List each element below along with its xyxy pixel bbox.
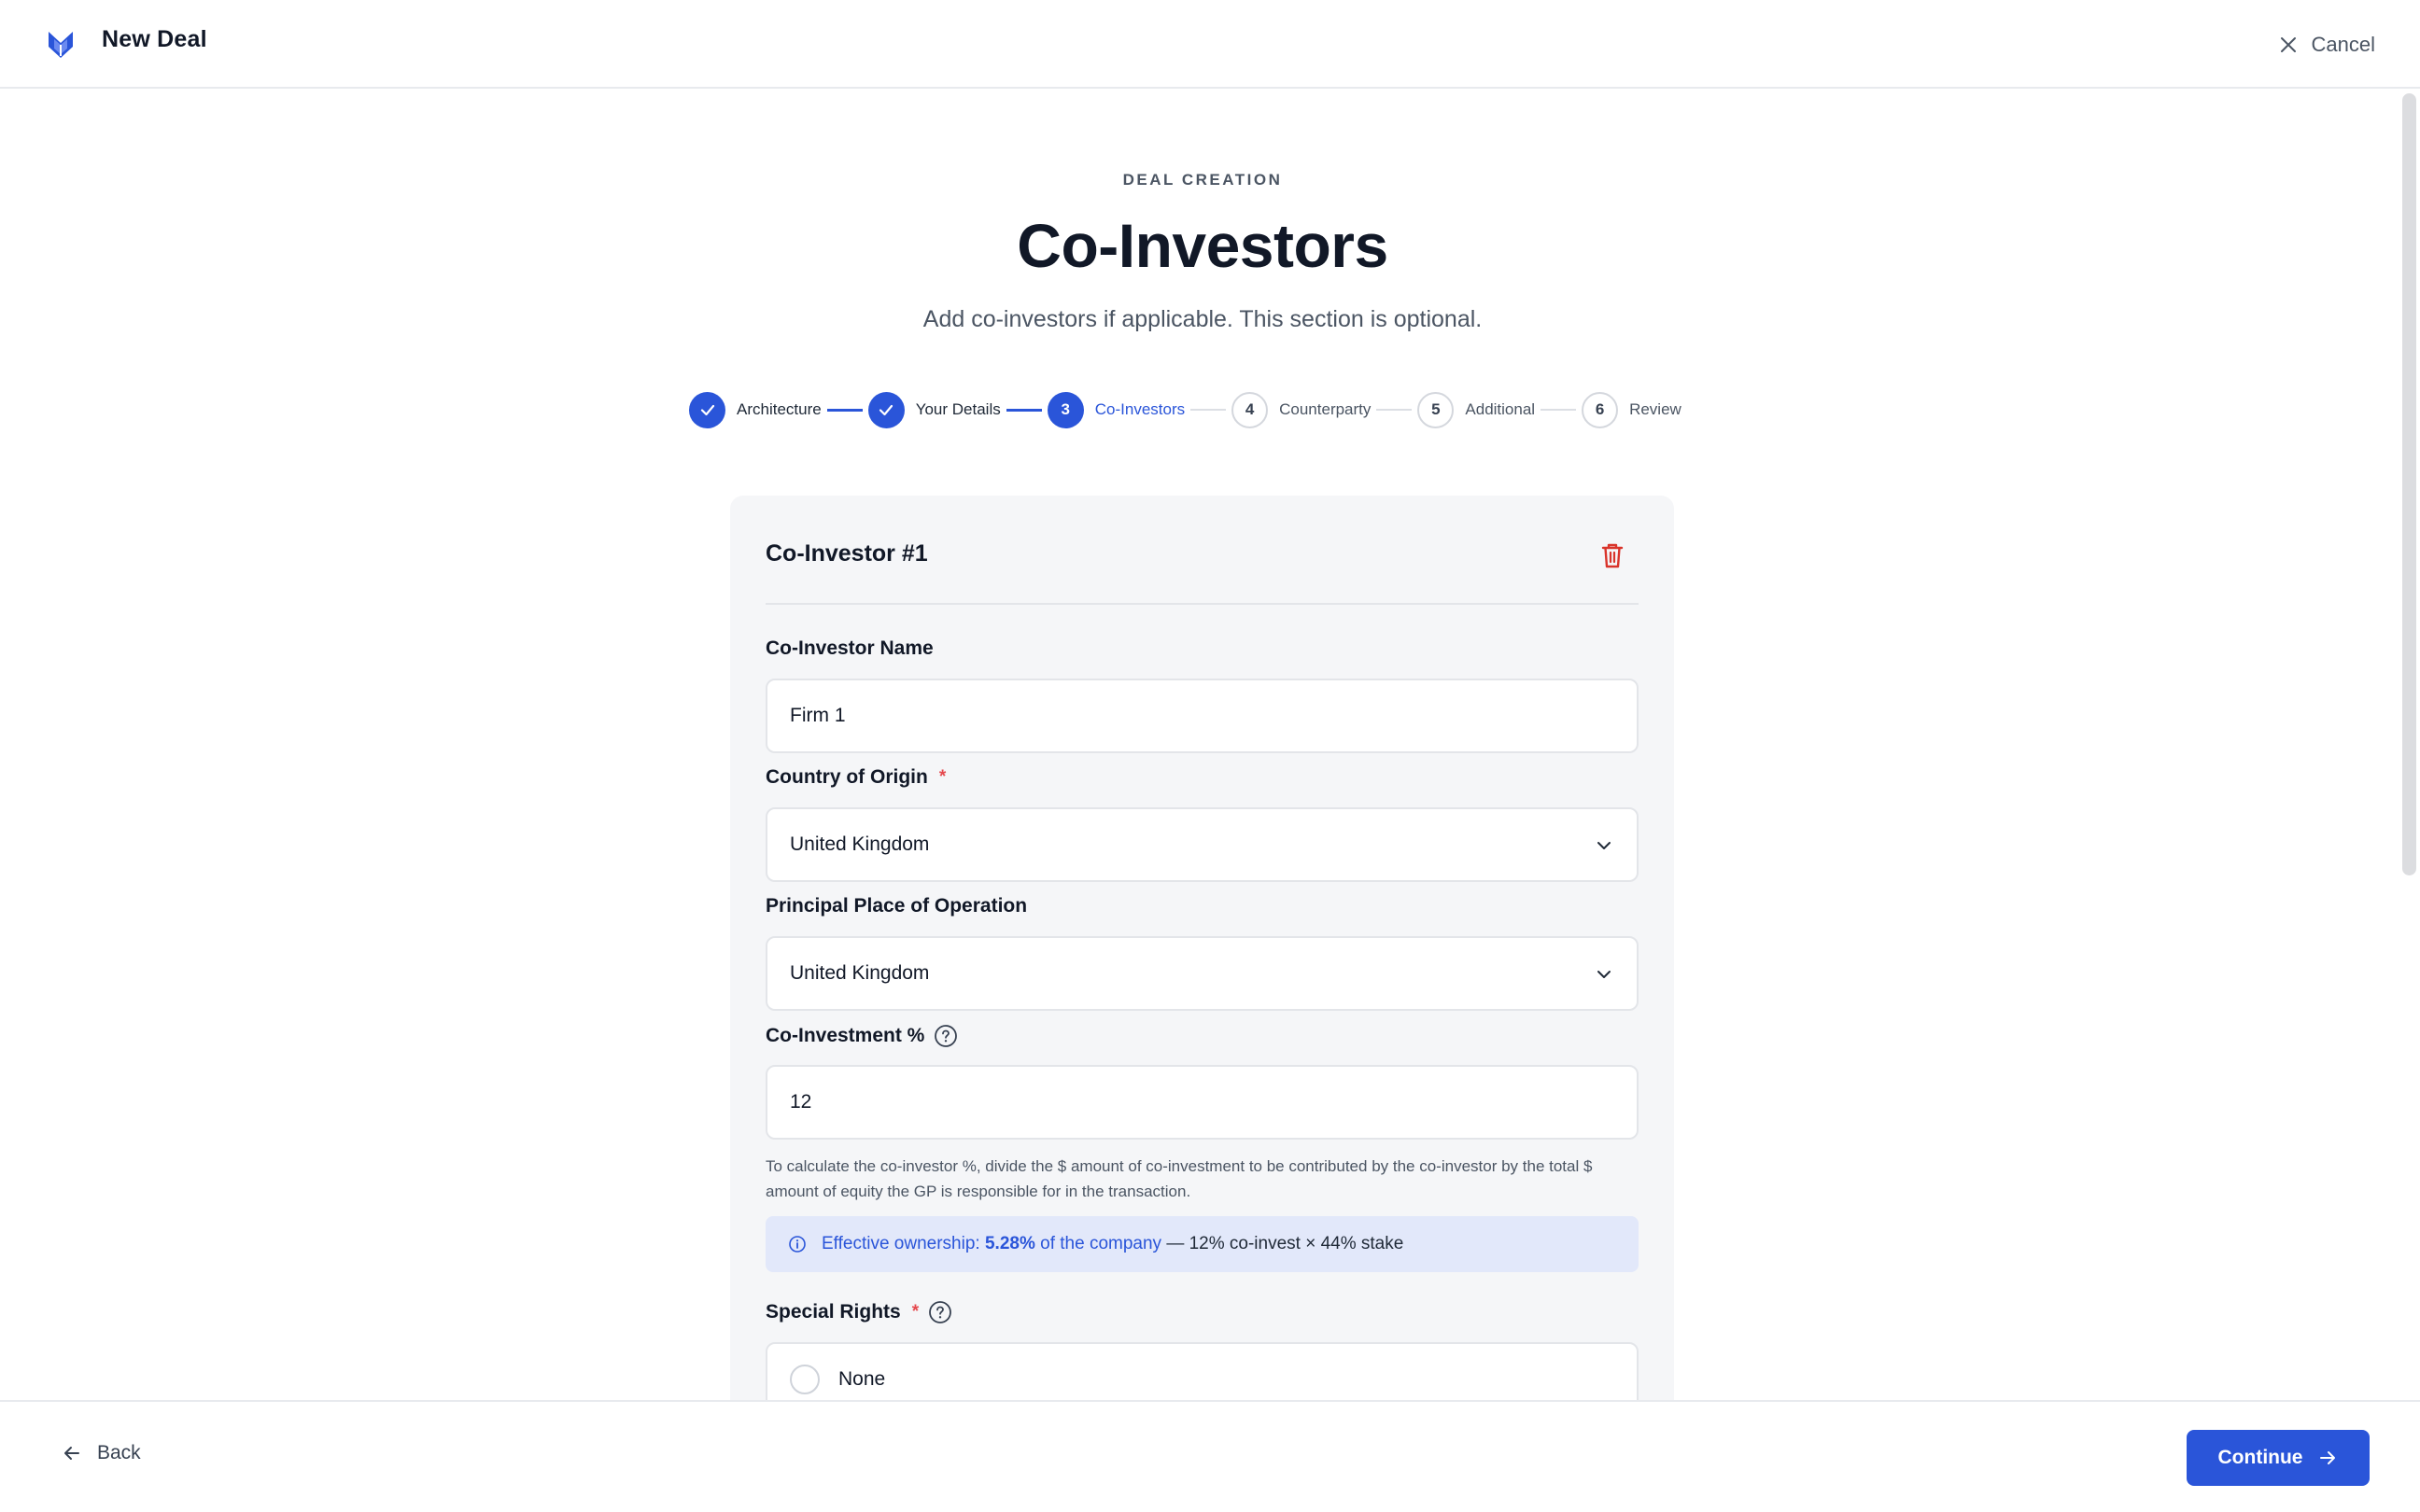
top-bar: New Deal Cancel <box>0 0 2420 89</box>
required-asterisk: * <box>938 767 947 787</box>
operation-label-text: Principal Place of Operation <box>766 895 1028 917</box>
page-subtitle: Add co-investors if applicable. This sec… <box>922 306 1483 332</box>
info-prefix: Effective ownership: <box>822 1234 980 1253</box>
step-label: Additional <box>1465 400 1536 418</box>
logo-icon <box>49 32 73 58</box>
name-label-text: Co-Investor Name <box>766 637 934 659</box>
help-circle-icon[interactable] <box>928 1300 952 1324</box>
step-number: 5 <box>1417 391 1455 428</box>
option-label: None <box>838 1368 886 1390</box>
country-select-value: United Kingdom <box>790 833 930 855</box>
operation-label: Principal Place of Operation <box>766 895 1027 917</box>
chevron-down-icon <box>1597 842 1611 849</box>
arrow-left-icon <box>64 1447 79 1460</box>
step-connector <box>1190 409 1227 411</box>
info-suffix: — 12% co-invest × 44% stake <box>1166 1234 1404 1253</box>
step-number: 6 <box>1582 391 1619 428</box>
step-label: Your Details <box>915 400 1001 418</box>
chevron-down-icon <box>1597 971 1611 978</box>
step-label: Review <box>1629 400 1681 418</box>
step-architecture[interactable]: Architecture <box>689 391 822 428</box>
page-title: Co-Investors <box>1017 211 1388 280</box>
card-title: Co-Investor #1 <box>766 540 928 567</box>
co-investor-card: Co-Investor #1 Co-Investor Name Firm 1 C… <box>730 496 1674 1429</box>
check-icon <box>700 404 714 416</box>
step-your-details[interactable]: Your Details <box>867 391 1001 428</box>
info-middle: of the company <box>1040 1234 1162 1253</box>
required-asterisk: * <box>911 1302 920 1322</box>
step-label: Architecture <box>737 400 822 418</box>
step-counterparty[interactable]: 4 Counterparty <box>1231 391 1372 428</box>
coinvest-label-text: Co-Investment % <box>766 1025 925 1046</box>
step-number: 4 <box>1231 391 1269 428</box>
app-title: New Deal <box>102 26 207 52</box>
continue-button[interactable]: Continue <box>2187 1430 2370 1486</box>
step-label: Co-Investors <box>1094 400 1186 418</box>
close-icon <box>2280 37 2296 52</box>
name-label: Co-Investor Name <box>766 637 934 660</box>
continue-label: Continue <box>2217 1447 2303 1468</box>
special-rights-label-text: Special Rights <box>766 1301 901 1323</box>
step-review[interactable]: 6 Review <box>1582 391 1681 428</box>
effective-ownership-banner: Effective ownership: 5.28% of the compan… <box>766 1216 1639 1272</box>
step-complete-badge <box>867 391 905 428</box>
arrow-right-icon <box>2320 1451 2336 1464</box>
country-label: Country of Origin * <box>766 766 946 789</box>
step-additional[interactable]: 5 Additional <box>1417 391 1536 428</box>
step-connector <box>1541 409 1577 411</box>
cancel-button[interactable]: Cancel <box>2278 26 2375 63</box>
step-number: 3 <box>1047 391 1084 428</box>
section-eyebrow: DEAL CREATION <box>1122 171 1283 189</box>
co-investor-name-input[interactable]: Firm 1 <box>766 679 1639 753</box>
option-checkbox[interactable] <box>790 1365 820 1394</box>
card-divider <box>766 603 1639 605</box>
back-label: Back <box>97 1442 141 1463</box>
effective-ownership-value: 5.28% <box>984 1234 1035 1253</box>
operation-select-value: United Kingdom <box>790 962 930 984</box>
operation-select[interactable]: United Kingdom <box>766 936 1639 1011</box>
bottom-bar: Back Continue <box>0 1400 2420 1512</box>
special-rights-label: Special Rights * <box>766 1300 952 1324</box>
step-connector <box>1006 408 1042 412</box>
cancel-label: Cancel <box>2311 33 2375 56</box>
country-select[interactable]: United Kingdom <box>766 807 1639 882</box>
check-icon <box>879 404 893 416</box>
help-circle-icon[interactable] <box>934 1024 958 1048</box>
trash-icon[interactable] <box>1598 540 1626 570</box>
step-complete-badge <box>689 391 725 428</box>
step-connector <box>826 408 863 412</box>
coinvest-help-text: To calculate the co-investor %, divide t… <box>766 1157 1593 1200</box>
progress-stepper: Architecture Your Details 3 Co-Investors… <box>689 391 1681 428</box>
info-text: Effective ownership: 5.28% of the compan… <box>822 1234 1403 1254</box>
coinvest-percent-input[interactable]: 12 <box>766 1065 1639 1140</box>
back-button[interactable]: Back <box>62 1442 141 1464</box>
step-connector <box>1376 409 1413 411</box>
country-label-text: Country of Origin <box>766 766 928 788</box>
step-co-investors[interactable]: 3 Co-Investors <box>1047 391 1186 428</box>
info-icon <box>789 1236 806 1253</box>
step-label: Counterparty <box>1279 400 1372 418</box>
coinvest-label: Co-Investment % <box>766 1024 958 1048</box>
